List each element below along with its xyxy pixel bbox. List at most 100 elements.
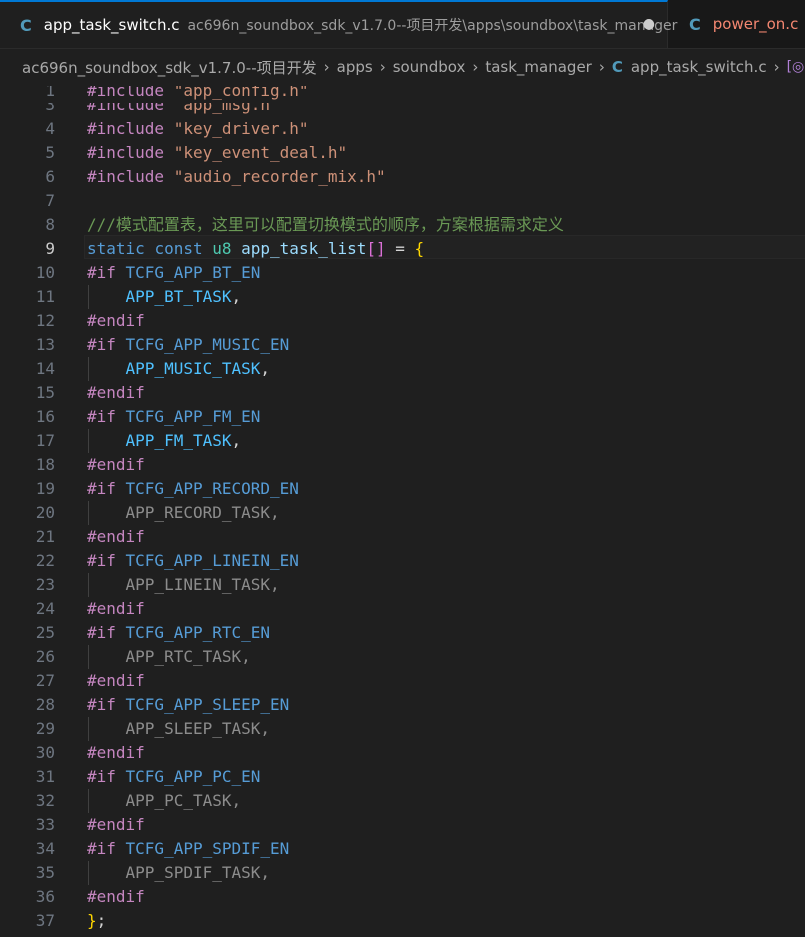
code-line[interactable]: 12 #endif <box>0 309 805 333</box>
code-line[interactable]: 32 APP_PC_TASK, <box>0 789 805 813</box>
code-text: #if TCFG_APP_BT_EN <box>87 261 260 285</box>
code-line[interactable]: 25 #if TCFG_APP_RTC_EN <box>0 621 805 645</box>
code-line[interactable]: 27 #endif <box>0 669 805 693</box>
line-number: 7 <box>45 191 55 210</box>
code-line[interactable]: 22 #if TCFG_APP_LINEIN_EN <box>0 549 805 573</box>
breadcrumb-item-file[interactable]: app_task_switch.c <box>631 58 767 76</box>
code-token: #if <box>87 335 126 354</box>
line-number: 18 <box>35 455 55 474</box>
code-line[interactable]: 5 #include "key_event_deal.h" <box>0 141 805 165</box>
code-line[interactable]: 21 #endif <box>0 525 805 549</box>
code-line[interactable]: 16 #if TCFG_APP_FM_EN <box>0 405 805 429</box>
code-token: #include <box>87 143 174 162</box>
chevron-right-icon: › <box>379 58 386 76</box>
code-line[interactable]: 31 #if TCFG_APP_PC_EN <box>0 765 805 789</box>
code-line[interactable]: 26 APP_RTC_TASK, <box>0 645 805 669</box>
code-token: #endif <box>87 599 145 618</box>
code-text: APP_SPDIF_TASK, <box>87 861 271 885</box>
line-number: 16 <box>35 407 55 426</box>
code-token: } <box>87 911 97 930</box>
line-number: 1 <box>45 86 55 100</box>
code-text: #if TCFG_APP_FM_EN <box>87 405 260 429</box>
code-token: APP_RECORD_TASK, <box>125 503 280 522</box>
code-text: APP_PC_TASK, <box>87 789 242 813</box>
code-line[interactable]: 24 #endif <box>0 597 805 621</box>
code-line[interactable]: 7 <box>0 189 805 213</box>
code-line[interactable]: 35 APP_SPDIF_TASK, <box>0 861 805 885</box>
code-text: #if TCFG_APP_RTC_EN <box>87 621 270 645</box>
code-token: TCFG_APP_MUSIC_EN <box>125 335 290 354</box>
breadcrumb-item-apps[interactable]: apps <box>337 58 373 76</box>
code-token: APP_SLEEP_TASK, <box>125 719 271 738</box>
code-token: #endif <box>87 671 145 690</box>
code-line[interactable]: 34 #if TCFG_APP_SPDIF_EN <box>0 837 805 861</box>
tab-power-on[interactable]: C power_on.c a <box>669 0 805 48</box>
code-line[interactable]: 23 APP_LINEIN_TASK, <box>0 573 805 597</box>
line-number: 14 <box>35 359 55 378</box>
chevron-right-icon: › <box>472 58 479 76</box>
code-line[interactable]: 17 APP_FM_TASK, <box>0 429 805 453</box>
code-line[interactable]: 11 APP_BT_TASK, <box>0 285 805 309</box>
code-token: #if <box>87 695 126 714</box>
code-editor[interactable]: 1 #include "app_config.h" 3 #include "app_m… <box>0 86 805 937</box>
code-line[interactable]: 30 #endif <box>0 741 805 765</box>
code-line[interactable]: 28 #if TCFG_APP_SLEEP_EN <box>0 693 805 717</box>
code-line[interactable]: 29 APP_SLEEP_TASK, <box>0 717 805 741</box>
line-number: 13 <box>35 335 55 354</box>
breadcrumb-item-task-manager[interactable]: task_manager <box>485 58 592 76</box>
code-line[interactable]: 18 #endif <box>0 453 805 477</box>
line-number: 22 <box>35 551 55 570</box>
code-token: "audio_recorder_mix.h" <box>173 167 386 186</box>
line-number: 20 <box>35 503 55 522</box>
line-number: 21 <box>35 527 55 546</box>
code-token: APP_PC_TASK, <box>125 791 242 810</box>
code-text: #endif <box>87 813 145 837</box>
code-line[interactable]: 37}; <box>0 909 805 933</box>
tab-title: power_on.c <box>712 15 799 33</box>
code-token: APP_MUSIC_TASK <box>125 359 261 378</box>
code-token: APP_BT_TASK <box>125 287 232 306</box>
code-line[interactable]: 6 #include "audio_recorder_mix.h" <box>0 165 805 189</box>
code-token: #include <box>87 119 174 138</box>
code-line[interactable]: 20 APP_RECORD_TASK, <box>0 501 805 525</box>
code-token: #include <box>87 167 174 186</box>
breadcrumb-item-soundbox[interactable]: soundbox <box>393 58 466 76</box>
code-line[interactable]: 8 ///模式配置表，这里可以配置切换模式的顺序，方案根据需求定义 <box>0 213 805 237</box>
code-token: APP_FM_TASK <box>125 431 232 450</box>
code-line[interactable]: 19 #if TCFG_APP_RECORD_EN <box>0 477 805 501</box>
code-line[interactable]: 14 APP_MUSIC_TASK, <box>0 357 805 381</box>
code-line[interactable]: 9 static const u8 app_task_list[] = { <box>0 237 805 261</box>
line-number: 30 <box>35 743 55 762</box>
code-line[interactable]: 4 #include "key_driver.h" <box>0 117 805 141</box>
code-text: #include "audio_recorder_mix.h" <box>87 165 386 189</box>
code-line[interactable]: 15 #endif <box>0 381 805 405</box>
code-line[interactable]: 1 #include "app_config.h" <box>0 86 805 103</box>
code-token: #if <box>87 407 126 426</box>
tab-app-task-switch[interactable]: C app_task_switch.c ac696n_soundbox_sdk_… <box>0 0 677 48</box>
code-token: = <box>385 239 415 258</box>
line-number: 10 <box>35 263 55 282</box>
code-line[interactable]: 13 #if TCFG_APP_MUSIC_EN <box>0 333 805 357</box>
line-number: 29 <box>35 719 55 738</box>
code-token: #if <box>87 551 126 570</box>
code-token: #if <box>87 479 126 498</box>
unsaved-dot-icon[interactable] <box>643 16 655 32</box>
code-line[interactable]: 33 #endif <box>0 813 805 837</box>
breadcrumb-item-root[interactable]: ac696n_soundbox_sdk_v1.7.0--项目开发 <box>22 57 317 78</box>
line-number: 36 <box>35 887 55 906</box>
line-number: 28 <box>35 695 55 714</box>
code-text: #if TCFG_APP_RECORD_EN <box>87 477 299 501</box>
code-token: #if <box>87 263 126 282</box>
line-number: 11 <box>35 287 55 306</box>
code-line[interactable]: 36 #endif <box>0 885 805 909</box>
code-token: TCFG_APP_LINEIN_EN <box>125 551 299 570</box>
line-number: 5 <box>45 143 55 162</box>
code-line[interactable]: 38 <box>0 933 805 937</box>
code-text: APP_LINEIN_TASK, <box>87 573 280 597</box>
code-line[interactable]: 10 #if TCFG_APP_BT_EN <box>0 261 805 285</box>
